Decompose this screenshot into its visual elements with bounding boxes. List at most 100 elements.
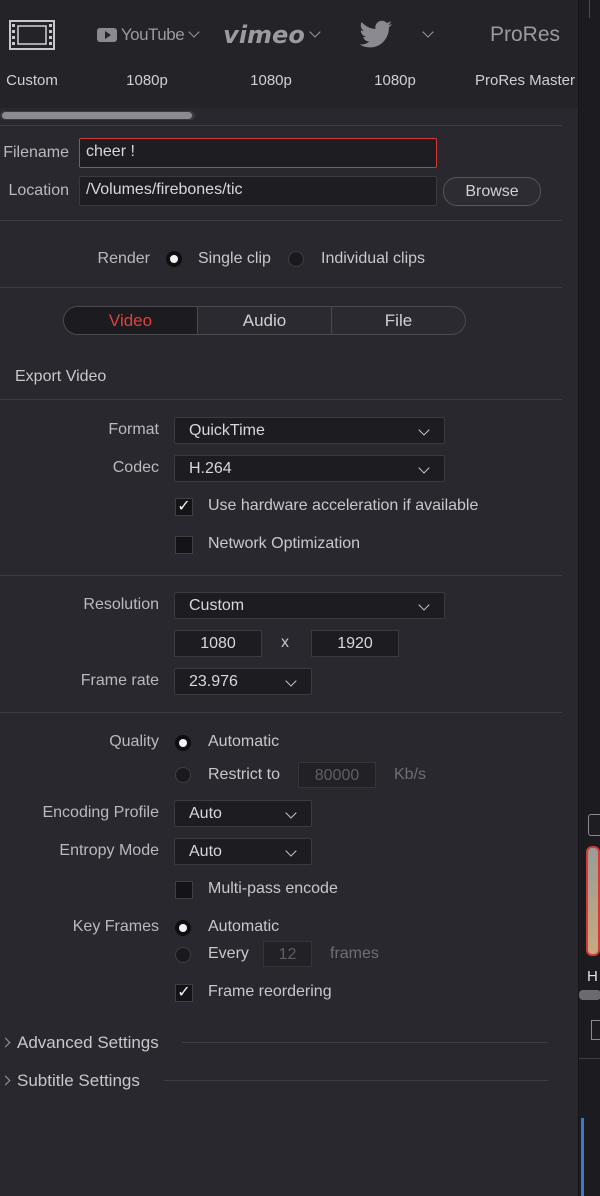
advanced-settings-label: Advanced Settings (17, 1033, 159, 1052)
quality-restrict-label[interactable]: Restrict to (208, 766, 280, 784)
panel-edge (589, 0, 590, 18)
preset-youtube[interactable]: YouTube 1080p (92, 12, 202, 102)
subtitle-settings-toggle[interactable]: Subtitle Settings (0, 1071, 140, 1091)
divider (0, 125, 562, 126)
chevron-down-icon (285, 845, 297, 857)
advanced-settings-toggle[interactable]: Advanced Settings (0, 1033, 159, 1053)
vimeo-wordmark: vimeo (223, 21, 305, 49)
subtitle-settings-label: Subtitle Settings (17, 1071, 140, 1090)
resolution-label: Resolution (83, 596, 159, 613)
preset-custom[interactable]: Custom (0, 12, 87, 102)
location-label: Location (8, 182, 70, 199)
network-opt-label[interactable]: Network Optimization (208, 535, 360, 553)
filename-input[interactable]: cheer ! (79, 138, 437, 168)
chevron-down-icon (418, 599, 430, 611)
preset-label: 1080p (374, 72, 416, 89)
chevron-down-icon[interactable] (188, 26, 200, 38)
key-frames-automatic-radio[interactable] (175, 920, 191, 936)
quality-automatic-label[interactable]: Automatic (208, 733, 279, 751)
quality-restrict-radio[interactable] (175, 767, 191, 783)
entropy-mode-label: Entropy Mode (59, 842, 159, 859)
tab-audio[interactable]: Audio (198, 307, 332, 334)
format-label: Format (108, 421, 159, 438)
chevron-down-icon (285, 807, 297, 819)
codec-select[interactable]: H.264 (174, 455, 445, 482)
key-frames-every-radio[interactable] (175, 947, 191, 963)
prores-logo: ProRes (470, 12, 580, 58)
divider (0, 575, 562, 576)
hw-accel-checkbox[interactable]: ✓ (175, 498, 193, 516)
youtube-logo: YouTube (92, 12, 202, 58)
vimeo-logo: vimeo (216, 12, 326, 58)
tab-video[interactable]: Video (64, 307, 198, 334)
preset-label: Custom (6, 72, 58, 89)
divider (182, 1042, 548, 1043)
youtube-play-icon (96, 28, 117, 42)
key-frames-every-input[interactable]: 12 (263, 941, 312, 967)
quality-automatic-radio[interactable] (175, 735, 191, 751)
location-input[interactable]: /Volumes/firebones/tic (79, 176, 437, 206)
multipass-label[interactable]: Multi-pass encode (208, 880, 338, 898)
render-individual-radio[interactable] (288, 251, 304, 267)
preset-label: ProRes Master (474, 72, 576, 89)
export-video-toggle[interactable]: Export Video (15, 368, 106, 386)
format-value: QuickTime (189, 422, 265, 439)
resolution-width-input[interactable]: 1080 (174, 630, 262, 657)
render-individual-label[interactable]: Individual clips (321, 250, 425, 268)
resolution-value: Custom (189, 597, 245, 614)
chevron-down-icon[interactable] (309, 26, 321, 38)
render-label: Render (97, 250, 150, 267)
prores-wordmark: ProRes (489, 23, 561, 46)
quality-unit: Kb/s (394, 766, 427, 783)
resolution-x-separator: x (281, 634, 289, 651)
clip-counter (588, 814, 600, 836)
render-single-label[interactable]: Single clip (198, 250, 271, 268)
adjacent-panel (578, 0, 600, 1196)
clip-thumbnail[interactable] (586, 846, 600, 956)
preset-bar: Custom YouTube 1080p vimeo 1080p 1080p P… (0, 0, 578, 108)
network-opt-checkbox[interactable] (175, 536, 193, 554)
browse-button[interactable]: Browse (443, 177, 541, 206)
frame-rate-select[interactable]: 23.976 (174, 668, 312, 695)
codec-label: Codec (112, 459, 159, 476)
key-frames-every-label[interactable]: Every (208, 945, 249, 963)
resolution-select[interactable]: Custom (174, 592, 445, 619)
twitter-bird-icon (359, 20, 392, 48)
encoding-profile-label: Encoding Profile (42, 804, 159, 821)
resolution-height-input[interactable]: 1920 (311, 630, 399, 657)
settings-tabs: Video Audio File (63, 306, 466, 335)
preset-label: 1080p (126, 72, 168, 89)
entropy-mode-value: Auto (189, 843, 222, 860)
render-settings-panel: Custom YouTube 1080p vimeo 1080p 1080p P… (0, 0, 578, 1196)
list-view-icon[interactable] (591, 1020, 600, 1040)
tab-file[interactable]: File (332, 307, 465, 334)
preset-vimeo[interactable]: vimeo 1080p (216, 12, 326, 102)
chevron-down-icon[interactable] (422, 26, 434, 38)
quality-label: Quality (109, 733, 159, 750)
chevron-down-icon (418, 462, 430, 474)
key-frames-automatic-label[interactable]: Automatic (208, 918, 279, 936)
frame-reordering-label[interactable]: Frame reordering (208, 983, 332, 1001)
chevron-down-icon (285, 675, 297, 687)
render-single-radio[interactable] (166, 251, 182, 267)
film-icon (0, 12, 87, 58)
multipass-checkbox[interactable] (175, 881, 193, 899)
hw-accel-label[interactable]: Use hardware acceleration if available (208, 497, 478, 515)
filename-label: Filename (3, 144, 69, 161)
clip-scrollbar[interactable] (579, 990, 600, 1000)
preset-twitter[interactable]: 1080p (340, 12, 450, 102)
divider (579, 1058, 600, 1059)
quality-restrict-input[interactable]: 80000 (298, 762, 376, 788)
twitter-logo (340, 12, 450, 58)
scrollbar-thumb[interactable] (2, 112, 192, 119)
entropy-mode-select[interactable]: Auto (174, 838, 312, 865)
encoding-profile-value: Auto (189, 805, 222, 822)
encoding-profile-select[interactable]: Auto (174, 800, 312, 827)
format-select[interactable]: QuickTime (174, 417, 445, 444)
chevron-right-icon (0, 1075, 11, 1086)
preset-prores[interactable]: ProRes ProRes Master (470, 12, 580, 102)
youtube-wordmark: YouTube (120, 25, 185, 44)
frame-reordering-checkbox[interactable]: ✓ (175, 984, 193, 1002)
preset-scrollbar[interactable] (0, 111, 195, 120)
playhead-indicator (581, 1118, 584, 1196)
